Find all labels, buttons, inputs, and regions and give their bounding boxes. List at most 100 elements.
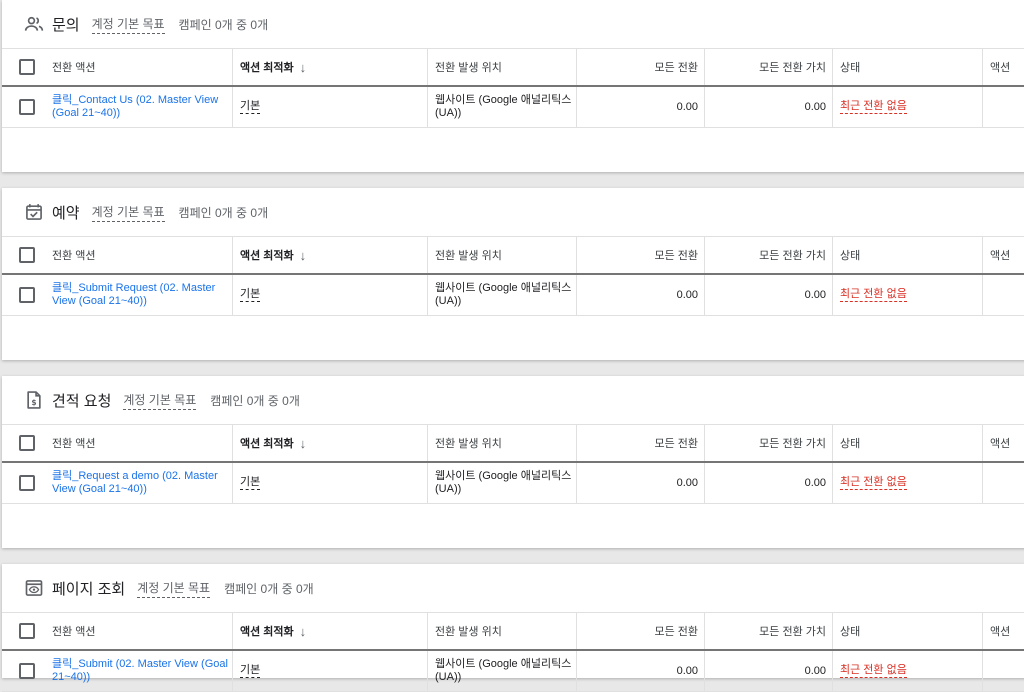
conversion-action-link[interactable]: 클릭_Contact Us (02. Master View (Goal 21~… [52,94,232,120]
people-icon [24,14,44,34]
goal-link[interactable]: 계정 기본 목표 [123,391,197,410]
column-header-all-conversions[interactable]: 모든 전환 [577,425,705,461]
column-header-all-value[interactable]: 모든 전환 가치 [705,49,833,85]
optimization-value[interactable]: 기본 [240,100,261,114]
all-conversions-value: 0.00 [577,651,705,691]
campaign-count: 캠페인 0개 중 0개 [224,581,314,596]
column-header-optimization[interactable]: 액션 최적화 ↓ [233,237,428,273]
column-header-optimization[interactable]: 액션 최적화 ↓ [233,49,428,85]
optimization-value[interactable]: 기본 [240,664,261,678]
column-header-all-value[interactable]: 모든 전환 가치 [705,237,833,273]
status-value[interactable]: 최근 전환 없음 [840,100,907,114]
table-row: 클릭_Submit (02. Master View (Goal 21~40))… [2,651,1024,692]
source-value: 웹사이트 (Google 애널리틱스 (UA)) [435,282,572,307]
conversion-section-inquiry: 문의 계정 기본 목표 캠페인 0개 중 0개 전환 액션 액션 최적화 ↓ 전환… [2,0,1024,172]
optimization-value[interactable]: 기본 [240,288,261,302]
conversion-action-link[interactable]: 클릭_Request a demo (02. Master View (Goal… [52,470,232,496]
row-checkbox[interactable] [19,99,35,115]
column-header-all-conversions[interactable]: 모든 전환 [577,613,705,649]
source-value: 웹사이트 (Google 애널리틱스 (UA)) [435,658,572,683]
quote-document-icon: $ [24,390,44,410]
row-checkbox[interactable] [19,475,35,491]
all-value-value: 0.00 [705,275,833,315]
row-checkbox[interactable] [19,663,35,679]
column-header-action[interactable]: 전환 액션 [50,613,233,649]
column-header-status[interactable]: 상태 [833,425,983,461]
table-header: 전환 액션 액션 최적화 ↓ 전환 발생 위치 모든 전환 모든 전환 가치 상태… [2,49,1024,87]
conversion-action-link[interactable]: 클릭_Submit Request (02. Master View (Goal… [52,282,232,308]
table-header: 전환 액션 액션 최적화 ↓ 전환 발생 위치 모든 전환 모든 전환 가치 상태… [2,613,1024,651]
column-header-optimization[interactable]: 액션 최적화 ↓ [233,425,428,461]
column-header-optimization-label: 액션 최적화 [240,250,294,262]
all-conversions-value: 0.00 [577,275,705,315]
section-title: 페이지 조회 [52,580,126,598]
sort-arrow-down-icon[interactable]: ↓ [300,624,307,639]
row-actions [983,463,1024,503]
column-header-source[interactable]: 전환 발생 위치 [428,237,577,273]
table-header: 전환 액션 액션 최적화 ↓ 전환 발생 위치 모든 전환 모든 전환 가치 상태… [2,237,1024,275]
column-header-source[interactable]: 전환 발생 위치 [428,425,577,461]
select-all-checkbox[interactable] [19,435,35,451]
source-value: 웹사이트 (Google 애널리틱스 (UA)) [435,94,572,119]
table-row: 클릭_Submit Request (02. Master View (Goal… [2,275,1024,316]
column-header-actions: 액션 [990,438,1011,450]
column-header-optimization-label: 액션 최적화 [240,62,294,74]
column-header-action[interactable]: 전환 액션 [50,49,233,85]
column-header-optimization-label: 액션 최적화 [240,626,294,638]
column-header-source[interactable]: 전환 발생 위치 [428,49,577,85]
section-title: 문의 [52,16,80,34]
campaign-count: 캠페인 0개 중 0개 [178,205,269,220]
column-header-status[interactable]: 상태 [833,49,983,85]
column-header-action[interactable]: 전환 액션 [50,425,233,461]
select-all-checkbox[interactable] [19,59,35,75]
status-value[interactable]: 최근 전환 없음 [840,476,907,490]
section-header: 예약 계정 기본 목표 캠페인 0개 중 0개 [2,188,1024,237]
column-header-all-conversions[interactable]: 모든 전환 [577,49,705,85]
conversion-action-link[interactable]: 클릭_Submit (02. Master View (Goal 21~40)) [52,658,232,684]
sort-arrow-down-icon[interactable]: ↓ [300,248,307,263]
section-title: 견적 요청 [52,392,112,410]
column-header-actions: 액션 [990,626,1011,638]
goal-link[interactable]: 계정 기본 목표 [91,15,165,34]
svg-text:$: $ [31,398,36,407]
all-value-value: 0.00 [705,651,833,691]
campaign-count: 캠페인 0개 중 0개 [178,17,269,32]
page-view-icon [24,578,44,598]
all-conversions-value: 0.00 [577,87,705,127]
optimization-value[interactable]: 기본 [240,476,261,490]
column-header-status[interactable]: 상태 [833,613,983,649]
conversion-section-page-view: 페이지 조회 계정 기본 목표 캠페인 0개 중 0개 전환 액션 액션 최적화… [2,564,1024,692]
calendar-check-icon [24,202,44,222]
column-header-action[interactable]: 전환 액션 [50,237,233,273]
goal-link[interactable]: 계정 기본 목표 [137,579,211,598]
row-checkbox[interactable] [19,287,35,303]
all-value-value: 0.00 [705,463,833,503]
section-title: 예약 [52,204,80,222]
column-header-all-value[interactable]: 모든 전환 가치 [705,613,833,649]
column-header-all-value[interactable]: 모든 전환 가치 [705,425,833,461]
source-value: 웹사이트 (Google 애널리틱스 (UA)) [435,470,572,495]
column-header-actions: 액션 [990,62,1011,74]
sort-arrow-down-icon[interactable]: ↓ [300,60,307,75]
select-all-checkbox[interactable] [19,247,35,263]
column-header-source[interactable]: 전환 발생 위치 [428,613,577,649]
table-header: 전환 액션 액션 최적화 ↓ 전환 발생 위치 모든 전환 모든 전환 가치 상태… [2,425,1024,463]
column-header-status[interactable]: 상태 [833,237,983,273]
campaign-count: 캠페인 0개 중 0개 [210,393,300,408]
conversion-section-booking: 예약 계정 기본 목표 캠페인 0개 중 0개 전환 액션 액션 최적화 ↓ 전환… [2,188,1024,360]
column-header-optimization[interactable]: 액션 최적화 ↓ [233,613,428,649]
column-header-optimization-label: 액션 최적화 [240,438,294,450]
column-header-all-conversions[interactable]: 모든 전환 [577,237,705,273]
row-actions [983,651,1024,691]
conversion-section-quote-request: $ 견적 요청 계정 기본 목표 캠페인 0개 중 0개 전환 액션 액션 최적… [2,376,1024,548]
table-row: 클릭_Contact Us (02. Master View (Goal 21~… [2,87,1024,128]
goal-link[interactable]: 계정 기본 목표 [91,203,165,222]
column-header-actions: 액션 [990,250,1011,262]
all-value-value: 0.00 [705,87,833,127]
status-value[interactable]: 최근 전환 없음 [840,664,907,678]
row-actions [983,275,1024,315]
all-conversions-value: 0.00 [577,463,705,503]
sort-arrow-down-icon[interactable]: ↓ [300,436,307,451]
select-all-checkbox[interactable] [19,623,35,639]
status-value[interactable]: 최근 전환 없음 [840,288,907,302]
